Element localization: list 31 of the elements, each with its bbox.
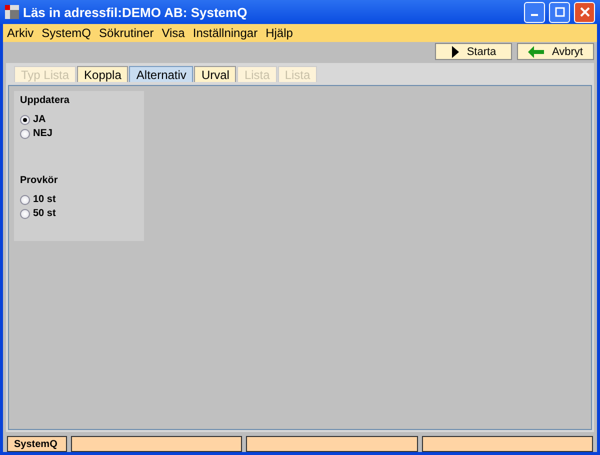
- radio-button[interactable]: [20, 114, 30, 124]
- status-cell: SystemQ: [7, 436, 67, 452]
- radio-button[interactable]: [20, 208, 30, 218]
- tab[interactable]: Urval: [194, 66, 236, 82]
- radio-button[interactable]: [20, 128, 30, 138]
- play-icon: [450, 46, 459, 58]
- menu-item[interactable]: Sökrutiner: [95, 26, 158, 40]
- tab[interactable]: Alternativ: [129, 66, 194, 82]
- maximize-icon: [554, 7, 564, 17]
- cancel-button[interactable]: Avbryt: [517, 43, 594, 60]
- window-title: Läs in adressfil:DEMO AB: SystemQ: [23, 4, 248, 20]
- close-button[interactable]: [574, 2, 595, 22]
- menu-item[interactable]: Inställningar: [188, 26, 262, 40]
- radio-label: NEJ: [33, 128, 52, 139]
- group-title: Provkör: [20, 175, 59, 186]
- radio-label: JA: [33, 114, 46, 125]
- radio-label: 50 st: [33, 208, 56, 219]
- minimize-button[interactable]: [524, 2, 545, 22]
- radio-label: 10 st: [33, 194, 56, 205]
- start-button[interactable]: Starta: [435, 43, 512, 60]
- group-title: Uppdatera: [20, 95, 70, 106]
- close-icon: [580, 7, 590, 17]
- app-icon: [5, 5, 19, 19]
- menu-item[interactable]: SystemQ: [38, 26, 96, 40]
- menu-item[interactable]: Hjälp: [262, 26, 297, 40]
- maximize-button[interactable]: [549, 2, 570, 22]
- radio-button[interactable]: [20, 194, 30, 204]
- menu-item[interactable]: Visa: [158, 26, 189, 40]
- menu-item[interactable]: Arkiv: [3, 26, 38, 40]
- arrow-left-icon: [528, 46, 544, 58]
- tab[interactable]: Koppla: [77, 66, 128, 82]
